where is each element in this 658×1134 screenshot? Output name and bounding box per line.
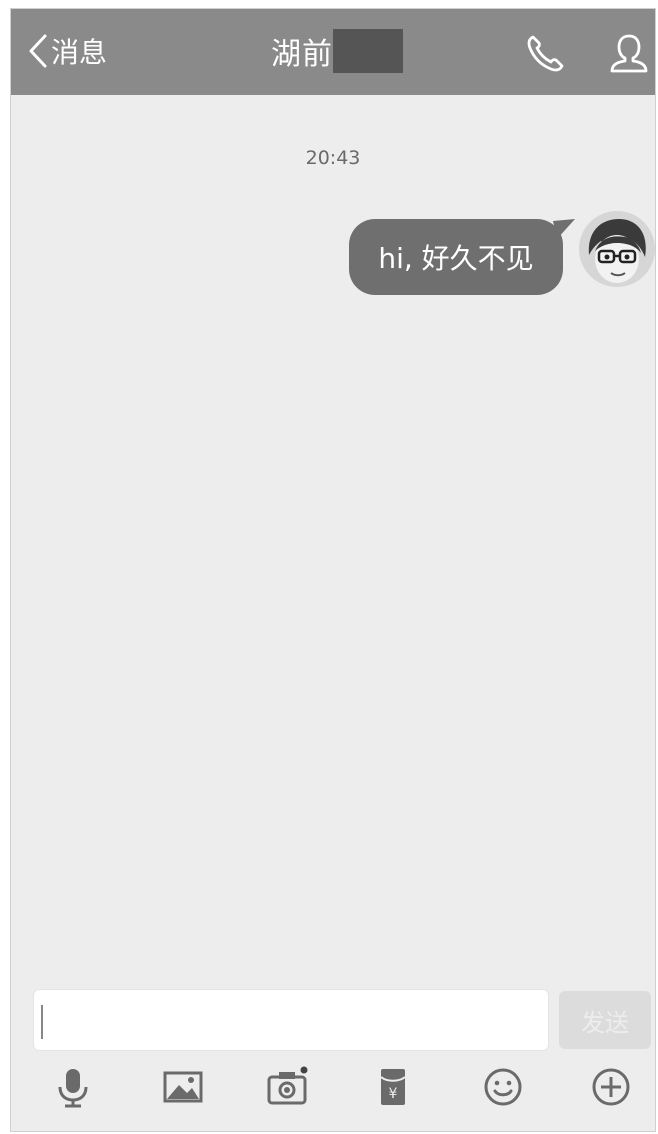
more-button[interactable] xyxy=(587,1063,635,1111)
plus-icon xyxy=(592,1068,630,1106)
red-packet-icon: ¥ xyxy=(380,1069,406,1105)
contact-name: 湖前 xyxy=(271,37,333,72)
bubble-tail xyxy=(553,219,575,239)
image-icon xyxy=(163,1071,203,1103)
message-input[interactable] xyxy=(33,989,549,1051)
emoji-button[interactable] xyxy=(479,1063,527,1111)
svg-text:¥: ¥ xyxy=(389,1086,398,1102)
chat-title: 湖前 xyxy=(271,27,403,75)
chat-header: 消息 湖前 xyxy=(11,9,655,95)
emoji-icon xyxy=(484,1068,522,1106)
composer-bar: 发送 ¥ xyxy=(11,977,655,1131)
contact-profile-button[interactable] xyxy=(607,31,651,75)
call-button[interactable] xyxy=(523,31,567,75)
voice-button[interactable] xyxy=(49,1063,97,1111)
send-button[interactable]: 发送 xyxy=(559,991,651,1049)
person-icon xyxy=(610,34,648,73)
cartoon-avatar-icon xyxy=(579,211,655,287)
phone-icon xyxy=(527,35,564,72)
camera-icon xyxy=(267,1066,308,1105)
chevron-left-icon xyxy=(29,34,47,68)
microphone-icon xyxy=(58,1069,88,1108)
back-label: 消息 xyxy=(51,36,108,69)
message-text: hi, 好久不见 xyxy=(378,242,534,275)
redacted-block xyxy=(333,29,403,73)
avatar[interactable] xyxy=(579,211,655,287)
message-timestamp: 20:43 xyxy=(305,147,361,169)
back-button[interactable]: 消息 xyxy=(27,27,107,75)
text-caret xyxy=(41,1005,43,1039)
image-button[interactable] xyxy=(159,1063,207,1111)
chat-screen: 消息 湖前 20:43 hi, 好久不见 发送 ¥ xyxy=(10,8,656,1132)
camera-button[interactable] xyxy=(263,1063,311,1111)
red-packet-button[interactable]: ¥ xyxy=(369,1063,417,1111)
outgoing-message-bubble[interactable]: hi, 好久不见 xyxy=(349,219,563,295)
